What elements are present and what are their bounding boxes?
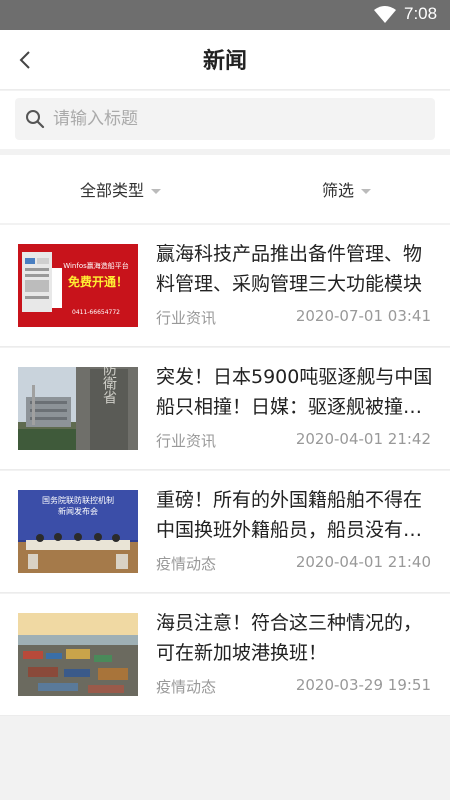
- svg-text:Winfos赢海造船平台: Winfos赢海造船平台: [63, 261, 129, 270]
- screen-filter-label: 筛选: [322, 181, 355, 200]
- screen-filter-dropdown[interactable]: 筛选: [322, 177, 372, 201]
- status-time: 7:08: [404, 4, 438, 23]
- filter-bar: 全部类型 筛选: [0, 155, 450, 223]
- news-category: 行业资讯: [156, 432, 217, 450]
- wifi-icon: [374, 6, 396, 23]
- svg-text:0411-66654772: 0411-66654772: [72, 309, 120, 316]
- search-input[interactable]: [53, 98, 423, 140]
- news-thumbnail-image: 防衛省: [18, 367, 138, 450]
- svg-text:国务院联防联控机制: 国务院联防联控机制: [42, 495, 114, 505]
- news-list: Winfos赢海造船平台 免费开通！ 0411-66654772 赢海科技产品推…: [0, 225, 450, 716]
- news-category: 行业资讯: [156, 309, 217, 327]
- page-title: 新闻: [202, 49, 247, 74]
- svg-text:免费开通！: 免费开通！: [68, 274, 128, 289]
- news-category: 疫情动态: [156, 555, 217, 573]
- news-category: 疫情动态: [156, 678, 217, 696]
- news-item[interactable]: 海员注意！符合这三种情况的，可在新加坡港换班！ 疫情动态 2020-03-29 …: [0, 594, 450, 716]
- news-date: 2020-07-01 03:41: [295, 307, 431, 325]
- news-item[interactable]: Winfos赢海造船平台 免费开通！ 0411-66654772 赢海科技产品推…: [0, 225, 450, 347]
- caret-down-icon: [361, 189, 372, 194]
- search-bar: [0, 91, 450, 149]
- news-date: 2020-04-01 21:40: [295, 553, 431, 571]
- status-bar: 7:08: [0, 0, 450, 30]
- search-icon: [26, 110, 45, 129]
- type-filter-label: 全部类型: [80, 181, 145, 200]
- news-thumbnail-image: Winfos赢海造船平台 免费开通！ 0411-66654772: [18, 244, 138, 327]
- news-title: 赢海科技产品推出备件管理、物料管理、采购管理三大功能模块: [156, 243, 423, 295]
- news-title: 突发！日本5900吨驱逐舰与中国船只相撞！日媒：驱逐舰被撞出破洞: [156, 366, 433, 418]
- news-date: 2020-03-29 19:51: [295, 676, 431, 694]
- search-box[interactable]: [15, 98, 435, 140]
- news-thumbnail-image: [18, 613, 138, 696]
- caret-down-icon: [151, 189, 162, 194]
- news-item[interactable]: 防衛省 突发！日本5900吨驱逐舰与中国船只相撞！日媒：驱逐舰被撞出破洞 行业资…: [0, 348, 450, 470]
- nav-bar: 新闻: [0, 30, 450, 90]
- type-filter-dropdown[interactable]: 全部类型: [80, 177, 162, 201]
- news-item[interactable]: 国务院联防联控机制 新闻发布会 重磅！所有的外国籍船舶不得在中国换班外籍船员，船…: [0, 471, 450, 593]
- news-thumbnail-image: 国务院联防联控机制 新闻发布会: [18, 490, 138, 573]
- news-title: 重磅！所有的外国籍船舶不得在中国换班外籍船员，船员没有退路了: [156, 489, 423, 541]
- news-date: 2020-04-01 21:42: [295, 430, 431, 448]
- news-title: 海员注意！符合这三种情况的，可在新加坡港换班！: [156, 612, 423, 664]
- svg-text:新闻发布会: 新闻发布会: [58, 506, 98, 516]
- svg-text:防衛省: 防衛省: [101, 367, 117, 404]
